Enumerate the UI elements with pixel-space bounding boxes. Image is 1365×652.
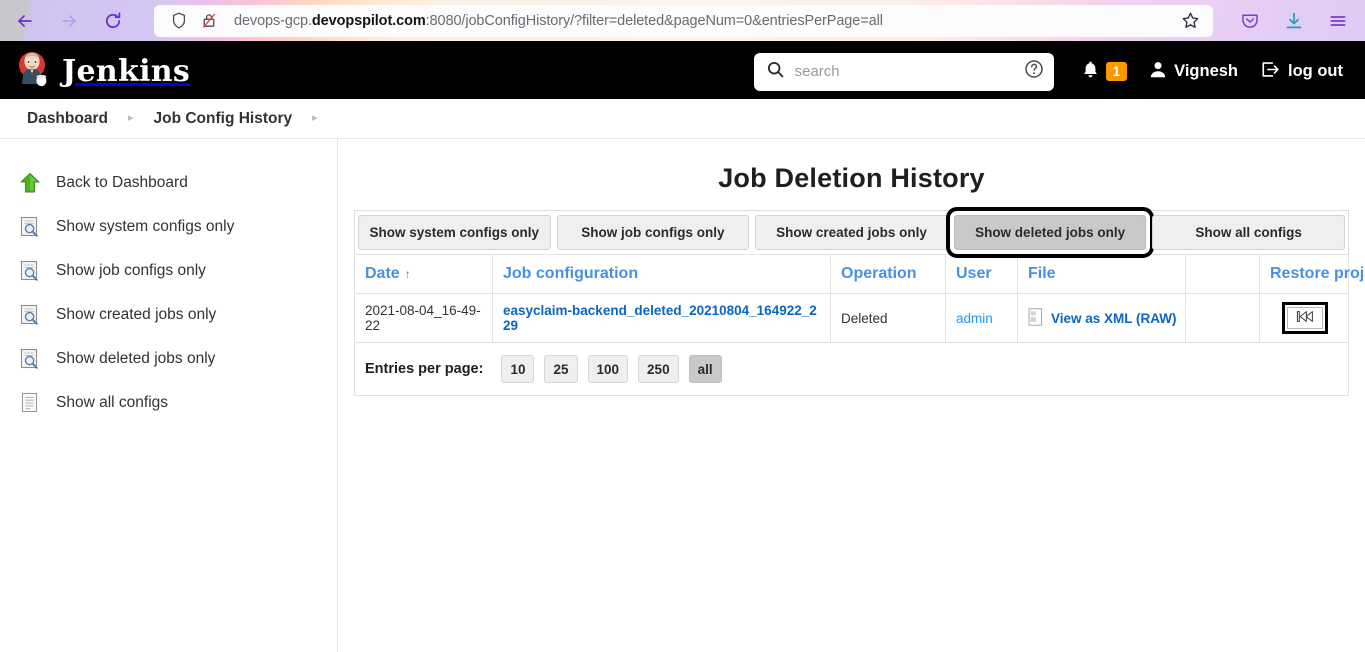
document-search-icon: [18, 215, 42, 239]
star-bookmark-icon[interactable]: [1175, 6, 1205, 36]
header-actions: 1 Vignesh log out: [1082, 60, 1343, 84]
job-configuration-link[interactable]: easyclaim-backend_deleted_20210804_16492…: [503, 303, 817, 333]
sidebar-item-show-job-configs-only[interactable]: Show job configs only: [0, 249, 337, 293]
column-header-blank: [1185, 254, 1260, 294]
logout-button[interactable]: log out: [1260, 60, 1343, 84]
tab-show-created-jobs-only[interactable]: Show created jobs only: [755, 215, 948, 250]
column-header-operation[interactable]: Operation: [830, 254, 946, 294]
back-arrow-icon[interactable]: [8, 4, 42, 38]
lock-broken-icon[interactable]: [194, 6, 224, 36]
notifications-button[interactable]: 1: [1082, 60, 1128, 84]
shield-icon[interactable]: [164, 6, 194, 36]
tab-show-job-configs-only[interactable]: Show job configs only: [556, 215, 750, 250]
forward-arrow-icon: [52, 4, 86, 38]
bell-icon: [1082, 60, 1099, 84]
breadcrumb-item-dashboard[interactable]: Dashboard: [25, 110, 110, 128]
table-body: 2021-08-04_16-49-22 easyclaim-backend_de…: [354, 293, 1349, 396]
document-search-icon: [18, 303, 42, 327]
logout-label: log out: [1288, 62, 1343, 80]
help-circle-icon[interactable]: [1024, 59, 1044, 84]
entries-per-page-cell: Entries per page: 10 25 100 250 all: [354, 342, 1349, 396]
sidebar-item-label: Show created jobs only: [56, 306, 217, 323]
jenkins-logo-link[interactable]: Jenkins: [16, 50, 190, 93]
search-box[interactable]: [753, 52, 1054, 91]
entries-per-page-row: Entries per page: 10 25 100 250 all: [354, 342, 1349, 396]
cell-blank: [1185, 293, 1260, 343]
xml-document-icon: [1028, 307, 1043, 329]
skip-to-start-icon: [1295, 310, 1315, 326]
column-header-job-configuration[interactable]: Job configuration: [492, 254, 831, 294]
breadcrumb: Dashboard ▸ Job Config History ▸: [0, 99, 1365, 139]
tab-show-all-configs[interactable]: Show all configs: [1152, 215, 1345, 250]
tab-show-system-configs-only[interactable]: Show system configs only: [358, 215, 551, 250]
cell-operation: Deleted: [830, 293, 946, 343]
url-bar[interactable]: devops-gcp.devopspilot.com:8080/jobConfi…: [154, 4, 1213, 37]
view-as-xml-link[interactable]: View as XML (RAW): [1051, 311, 1177, 326]
entries-per-page-250[interactable]: 250: [638, 355, 679, 383]
notification-count-badge: 1: [1105, 61, 1128, 82]
column-header-file[interactable]: File: [1017, 254, 1186, 294]
search-icon: [766, 60, 785, 84]
table-header: Date ↑ Job configuration Operation User F…: [354, 254, 1365, 294]
document-search-icon: [18, 347, 42, 371]
chevron-right-icon[interactable]: ▸: [110, 113, 152, 124]
table-row: 2021-08-04_16-49-22 easyclaim-backend_de…: [354, 293, 1349, 343]
entries-per-page-100[interactable]: 100: [587, 355, 629, 383]
main-content: Job Deletion History Show system configs…: [338, 139, 1365, 652]
cell-date: 2021-08-04_16-49-22: [354, 293, 493, 343]
cell-file: View as XML (RAW): [1017, 293, 1186, 343]
filter-tabbar: Show system configs only Show job config…: [354, 207, 1349, 258]
column-header-date-label: Date: [365, 265, 400, 282]
sidebar-item-label: Back to Dashboard: [56, 174, 188, 191]
column-header-restore-project[interactable]: Restore project: [1259, 254, 1365, 294]
restore-project-button[interactable]: [1282, 302, 1328, 334]
user-menu[interactable]: Vignesh: [1149, 60, 1238, 84]
sidebar-item-label: Show all configs: [56, 394, 169, 411]
cell-user: admin: [945, 293, 1018, 343]
sidebar-item-back-to-dashboard[interactable]: Back to Dashboard: [0, 161, 337, 205]
page-body: Back to Dashboard Show system configs on…: [0, 139, 1365, 652]
user-name-label: Vignesh: [1174, 62, 1239, 80]
search-input[interactable]: [794, 63, 1014, 80]
browser-toolbar: devops-gcp.devopspilot.com:8080/jobConfi…: [0, 0, 1365, 44]
column-header-date[interactable]: Date ↑: [354, 254, 493, 294]
user-icon: [1149, 60, 1167, 84]
green-up-arrow-icon: [18, 171, 42, 195]
page-title: Job Deletion History: [718, 163, 985, 193]
document-icon: [18, 391, 42, 415]
entries-per-page-10[interactable]: 10: [501, 355, 535, 383]
sort-ascending-icon: ↑: [404, 267, 411, 281]
entries-per-page-all[interactable]: all: [688, 355, 722, 383]
sidebar-item-show-all-configs[interactable]: Show all configs: [0, 381, 337, 425]
download-icon[interactable]: [1279, 6, 1309, 36]
pocket-icon[interactable]: [1235, 6, 1265, 36]
entries-per-page-label: Entries per page:: [365, 361, 484, 377]
reload-icon[interactable]: [96, 4, 130, 38]
document-search-icon: [18, 259, 42, 283]
logout-icon: [1260, 60, 1281, 84]
job-deletion-history-table: Date ↑ Job configuration Operation User F…: [354, 254, 1365, 396]
jenkins-butler-logo: [16, 50, 52, 93]
breadcrumb-item-job-config-history[interactable]: Job Config History: [152, 110, 295, 128]
jenkins-brand-text: Jenkins: [62, 54, 191, 89]
sidebar-item-show-deleted-jobs-only[interactable]: Show deleted jobs only: [0, 337, 337, 381]
url-text: devops-gcp.devopspilot.com:8080/jobConfi…: [234, 12, 883, 29]
sidebar-item-show-system-configs-only[interactable]: Show system configs only: [0, 205, 337, 249]
jenkins-header: Jenkins 1: [0, 44, 1365, 99]
browser-right-icons: [1235, 6, 1365, 36]
table-header-row: Date ↑ Job configuration Operation User F…: [354, 254, 1365, 294]
sidebar-item-label: Show system configs only: [56, 218, 235, 235]
column-header-user[interactable]: User: [945, 254, 1018, 294]
sidebar-item-label: Show deleted jobs only: [56, 350, 216, 367]
tab-show-deleted-jobs-only[interactable]: Show deleted jobs only: [945, 207, 1155, 258]
user-link[interactable]: admin: [956, 311, 993, 326]
sidebar: Back to Dashboard Show system configs on…: [0, 139, 338, 652]
cell-restore-project: [1259, 293, 1349, 343]
hamburger-menu-icon[interactable]: [1323, 6, 1353, 36]
sidebar-item-label: Show job configs only: [56, 262, 206, 279]
sidebar-item-show-created-jobs-only[interactable]: Show created jobs only: [0, 293, 337, 337]
cell-job-configuration: easyclaim-backend_deleted_20210804_16492…: [492, 293, 831, 343]
entries-per-page-25[interactable]: 25: [544, 355, 578, 383]
chevron-right-icon-2[interactable]: ▸: [294, 113, 336, 124]
